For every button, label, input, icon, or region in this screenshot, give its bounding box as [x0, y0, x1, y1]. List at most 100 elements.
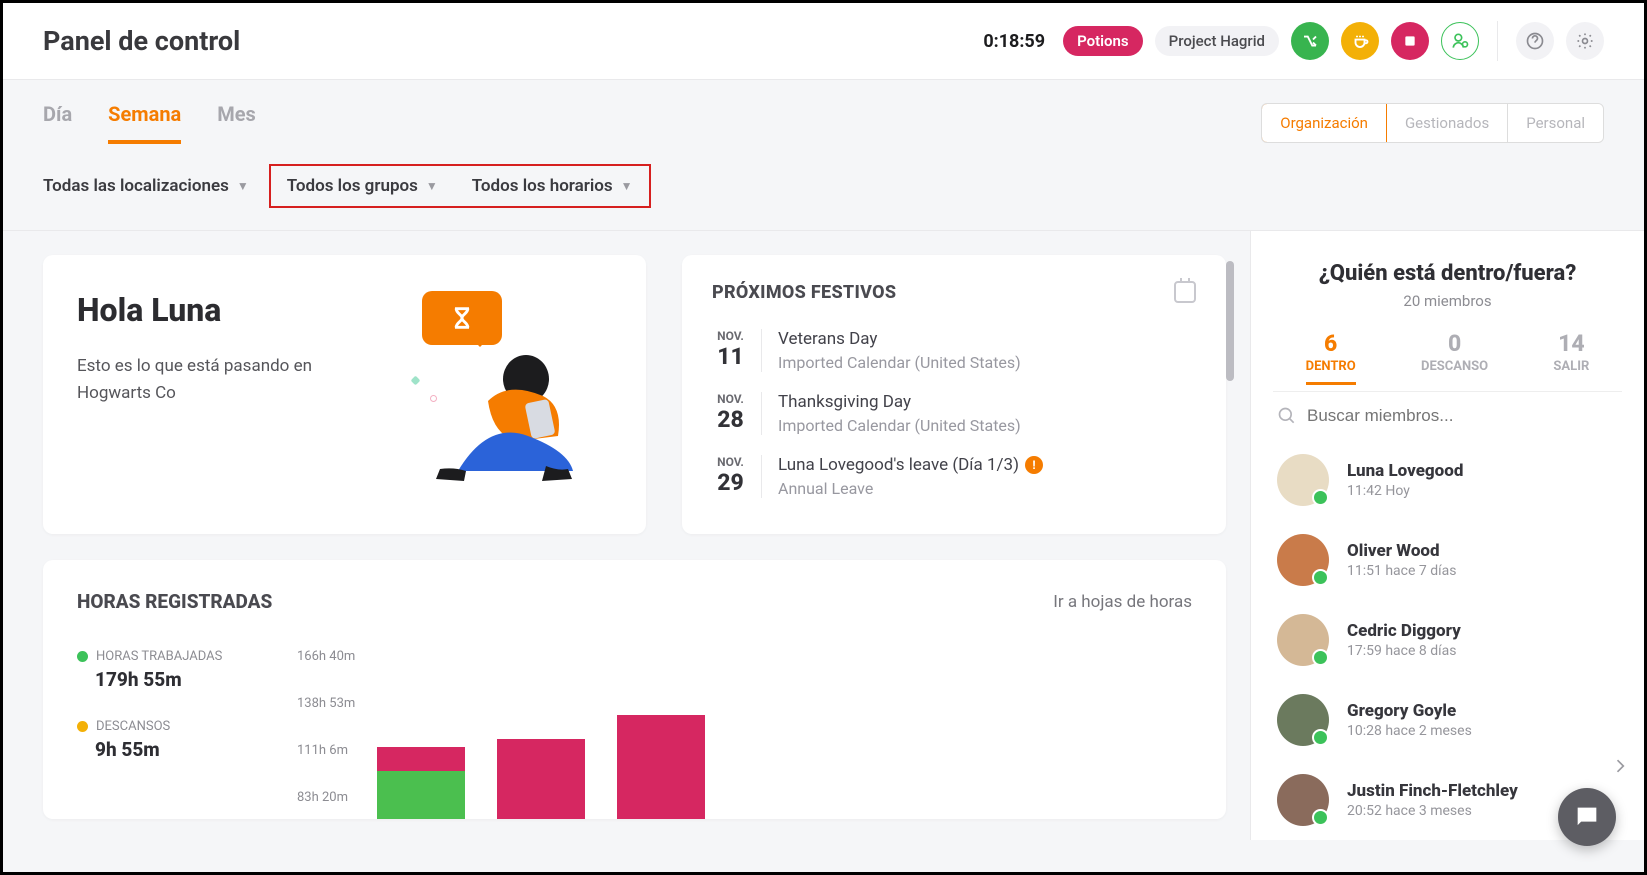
legend-dot-icon: [77, 651, 88, 662]
highlighted-filters: Todos los grupos ▼ Todos los horarios ▼: [269, 164, 651, 208]
chart-area: 166h 40m 138h 53m 111h 6m 83h 20m: [297, 649, 1192, 819]
tab-break-count: 0: [1421, 330, 1488, 357]
help-button[interactable]: [1516, 22, 1554, 60]
scope-group: Organización Gestionados Personal: [1261, 103, 1604, 143]
search-icon: [1277, 406, 1297, 426]
timer: 0:18:59: [983, 31, 1045, 52]
tab-week[interactable]: Semana: [108, 102, 181, 144]
scrollbar[interactable]: [1226, 261, 1234, 381]
timesheets-link[interactable]: Ir a hojas de horas: [1053, 592, 1192, 612]
holiday-date: NOV. 29: [712, 455, 762, 498]
task-pill[interactable]: Potions: [1063, 26, 1143, 56]
filter-locations[interactable]: Todas las localizaciones ▼: [43, 176, 249, 196]
chart-bar-break: [377, 771, 465, 819]
tab-month[interactable]: Mes: [217, 102, 256, 144]
legend-worked: HORAS TRABAJADAS 179h 55m: [77, 649, 257, 691]
member-time: 17:59 hace 8 días: [1347, 643, 1461, 659]
filter-schedules[interactable]: Todos los horarios ▼: [472, 176, 633, 196]
main: Hola Luna Esto es lo que está pasando en…: [3, 231, 1644, 840]
scope-managed[interactable]: Gestionados: [1386, 104, 1507, 142]
greeting-illustration: [412, 291, 612, 481]
tab-out[interactable]: 14 SALIR: [1553, 330, 1589, 385]
holiday-date: NOV. 28: [712, 392, 762, 435]
holiday-desc: Thanksgiving Day Imported Calendar (Unit…: [778, 392, 1021, 435]
hourglass-icon: [448, 304, 476, 332]
user-manage-button[interactable]: [1441, 22, 1479, 60]
chart-bar: [377, 747, 465, 819]
legend-dot-icon: [77, 721, 88, 732]
chevron-down-icon: ▼: [237, 179, 249, 193]
member-time: 11:42 Hoy: [1347, 483, 1463, 499]
stop-icon: [1403, 34, 1417, 48]
chart-legend: HORAS TRABAJADAS 179h 55m DESCANSOS 9h 5…: [77, 649, 257, 819]
chat-widget[interactable]: [1558, 788, 1616, 846]
hours-title: HORAS REGISTRADAS: [77, 590, 272, 613]
holiday-month: NOV.: [712, 329, 749, 343]
chart-bars: [377, 659, 705, 819]
member-info: Oliver Wood 11:51 hace 7 días: [1347, 541, 1456, 579]
holiday-item: NOV. 11 Veterans Day Imported Calendar (…: [712, 319, 1196, 382]
settings-button[interactable]: [1566, 22, 1604, 60]
member-search: [1273, 391, 1622, 440]
avatar: [1277, 454, 1329, 506]
filter-groups[interactable]: Todos los grupos ▼: [287, 176, 438, 196]
chevron-down-icon: ▼: [426, 179, 438, 193]
search-input[interactable]: [1307, 406, 1618, 426]
greeting-subtext: Esto es lo que está pasando en Hogwarts …: [77, 353, 317, 407]
avatar: [1277, 534, 1329, 586]
subheader: Día Semana Mes Organización Gestionados …: [3, 80, 1644, 231]
holiday-sub: Imported Calendar (United States): [778, 416, 1021, 435]
user-settings-icon: [1450, 31, 1470, 51]
calendar-icon[interactable]: [1174, 281, 1196, 303]
holiday-sub: Imported Calendar (United States): [778, 353, 1021, 372]
tab-out-count: 14: [1553, 330, 1589, 357]
member-row[interactable]: Oliver Wood 11:51 hace 7 días: [1273, 520, 1622, 600]
member-name: Oliver Wood: [1347, 541, 1456, 561]
tab-break[interactable]: 0 DESCANSO: [1421, 330, 1488, 385]
avatar: [1277, 694, 1329, 746]
holiday-name: Luna Lovegood's leave (Día 1/3) !: [778, 455, 1043, 475]
member-row[interactable]: Luna Lovegood 11:42 Hoy: [1273, 440, 1622, 520]
play-button[interactable]: [1291, 22, 1329, 60]
coffee-icon: [1351, 32, 1369, 50]
next-button[interactable]: [1610, 756, 1630, 776]
avatar: [1277, 774, 1329, 826]
shuffle-icon: [1301, 32, 1319, 50]
tab-break-label: DESCANSO: [1421, 359, 1488, 374]
period-tabs: Día Semana Mes: [43, 102, 256, 144]
scope-personal[interactable]: Personal: [1507, 104, 1603, 142]
y-tick: 166h 40m: [297, 649, 355, 664]
holiday-month: NOV.: [712, 455, 749, 469]
hours-card: HORAS REGISTRADAS Ir a hojas de horas HO…: [43, 560, 1226, 819]
holiday-sub: Annual Leave: [778, 479, 1043, 498]
holiday-name-text: Luna Lovegood's leave (Día 1/3): [778, 455, 1019, 475]
legend-break-label: DESCANSOS: [96, 719, 170, 734]
member-row[interactable]: Cedric Diggory 17:59 hace 8 días: [1273, 600, 1622, 680]
greeting-text: Hola Luna Esto es lo que está pasando en…: [77, 291, 317, 514]
holiday-desc: Veterans Day Imported Calendar (United S…: [778, 329, 1021, 372]
member-time: 20:52 hace 3 meses: [1347, 803, 1518, 819]
break-button[interactable]: [1341, 22, 1379, 60]
holiday-desc: Luna Lovegood's leave (Día 1/3) ! Annual…: [778, 455, 1043, 498]
scope-org[interactable]: Organización: [1261, 103, 1387, 143]
holidays-header: PRÓXIMOS FESTIVOS: [712, 281, 1196, 303]
member-row[interactable]: Gregory Goyle 10:28 hace 2 meses: [1273, 680, 1622, 760]
greeting-heading: Hola Luna: [77, 291, 317, 329]
header-right: 0:18:59 Potions Project Hagrid: [983, 21, 1604, 61]
tab-day[interactable]: Día: [43, 102, 72, 144]
chevron-down-icon: ▼: [621, 179, 633, 193]
holiday-day: 29: [712, 469, 749, 496]
holiday-day: 11: [712, 343, 749, 370]
holiday-item: NOV. 29 Luna Lovegood's leave (Día 1/3) …: [712, 445, 1196, 508]
member-time: 10:28 hace 2 meses: [1347, 723, 1472, 739]
holidays-card: PRÓXIMOS FESTIVOS NOV. 11 Veterans Day I…: [682, 255, 1226, 534]
legend-worked-label: HORAS TRABAJADAS: [96, 649, 222, 664]
holiday-name: Thanksgiving Day: [778, 392, 1021, 412]
tab-in[interactable]: 6 DENTRO: [1306, 330, 1356, 385]
speech-bubble-icon: [422, 291, 502, 345]
project-pill[interactable]: Project Hagrid: [1155, 26, 1279, 56]
stop-button[interactable]: [1391, 22, 1429, 60]
member-name: Luna Lovegood: [1347, 461, 1463, 481]
chevron-right-icon: [1610, 756, 1630, 776]
holiday-date: NOV. 11: [712, 329, 762, 372]
